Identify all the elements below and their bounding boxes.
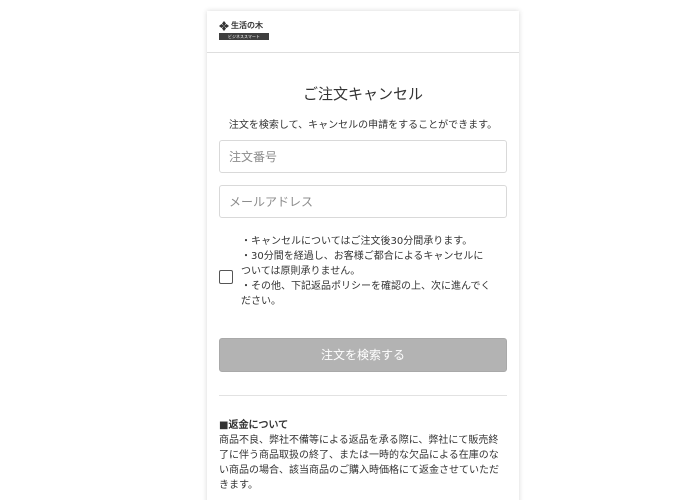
- refund-line: きます。: [219, 480, 258, 491]
- refund-line: い商品の場合、該当商品のご購入時価格にて返金させていただ: [219, 465, 499, 476]
- email-input[interactable]: [219, 185, 507, 218]
- header: 生活の木 ビジネススマート: [207, 11, 519, 53]
- agreement-checkbox[interactable]: [219, 270, 233, 284]
- leaf-emblem-icon: [219, 21, 229, 31]
- policy-note-line: ださい。: [241, 296, 281, 307]
- page: 生活の木 ビジネススマート ご注文キャンセル 注文を検索して、キャンセルの申請を…: [0, 0, 700, 500]
- cancel-policy-notes: ・キャンセルについてはご注文後30分間承ります。 ・30分間を経過し、お客様ご都…: [241, 234, 509, 309]
- refund-line: 商品不良、弊社不備等による返品を承る際に、弊社にて販売終: [219, 435, 499, 446]
- page-title: ご注文キャンセル: [302, 85, 423, 103]
- refund-line: 了に伴う商品取扱の終了、または一時的な欠品による在庫のな: [219, 450, 499, 461]
- search-order-button[interactable]: 注文を検索する: [219, 338, 507, 372]
- section-divider: [219, 395, 507, 396]
- brand-logo[interactable]: 生活の木 ビジネススマート: [219, 20, 271, 42]
- order-number-input[interactable]: [219, 140, 507, 173]
- brand-tagline: ビジネススマート: [219, 33, 269, 40]
- cancel-policy-agreement: ・キャンセルについてはご注文後30分間承ります。 ・30分間を経過し、お客様ご都…: [219, 234, 509, 314]
- policy-note-line: ・キャンセルについてはご注文後30分間承ります。: [241, 236, 473, 247]
- cancel-order-panel: 生活の木 ビジネススマート ご注文キャンセル 注文を検索して、キャンセルの申請を…: [207, 11, 519, 500]
- policy-note-line: ・その他、下記返品ポリシーを確認の上、次に進んでく: [241, 281, 491, 292]
- policy-note-line: ついては原則承りません。: [241, 266, 361, 277]
- brand-name: 生活の木: [231, 21, 263, 30]
- refund-policy-text: 商品不良、弊社不備等による返品を承る際に、弊社にて販売終 了に伴う商品取扱の終了…: [219, 433, 511, 493]
- refund-heading: ■返金について: [219, 420, 289, 431]
- page-description: 注文を検索して、キャンセルの申請をすることができます。: [228, 120, 498, 131]
- policy-note-line: ・30分間を経過し、お客様ご都合によるキャンセルに: [241, 251, 484, 262]
